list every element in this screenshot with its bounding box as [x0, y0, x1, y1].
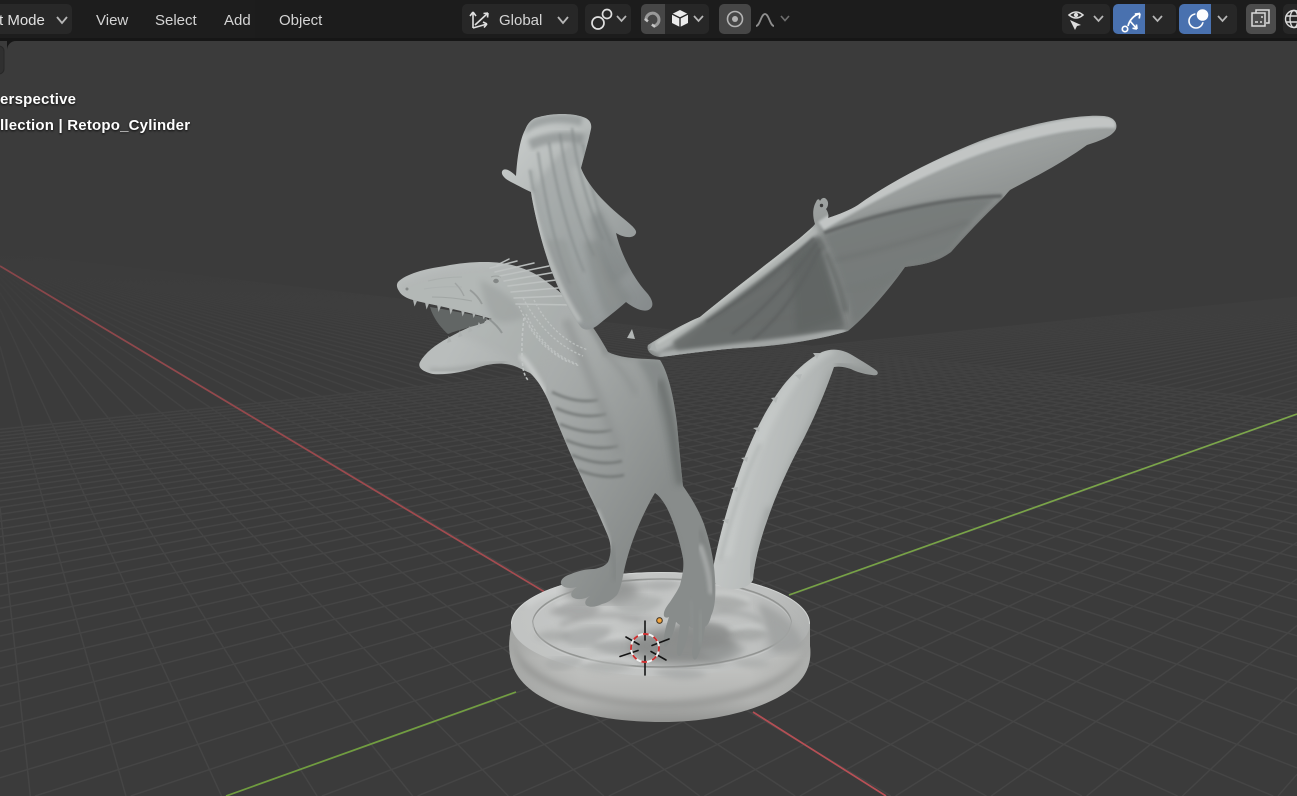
svg-text:View: View [96, 12, 128, 29]
svg-text:Object: Object [279, 12, 323, 29]
svg-text:Select: Select [155, 12, 198, 29]
svg-text:t Mode: t Mode [0, 12, 45, 29]
svg-text:Add: Add [224, 12, 251, 29]
svg-text:Global: Global [499, 12, 542, 29]
